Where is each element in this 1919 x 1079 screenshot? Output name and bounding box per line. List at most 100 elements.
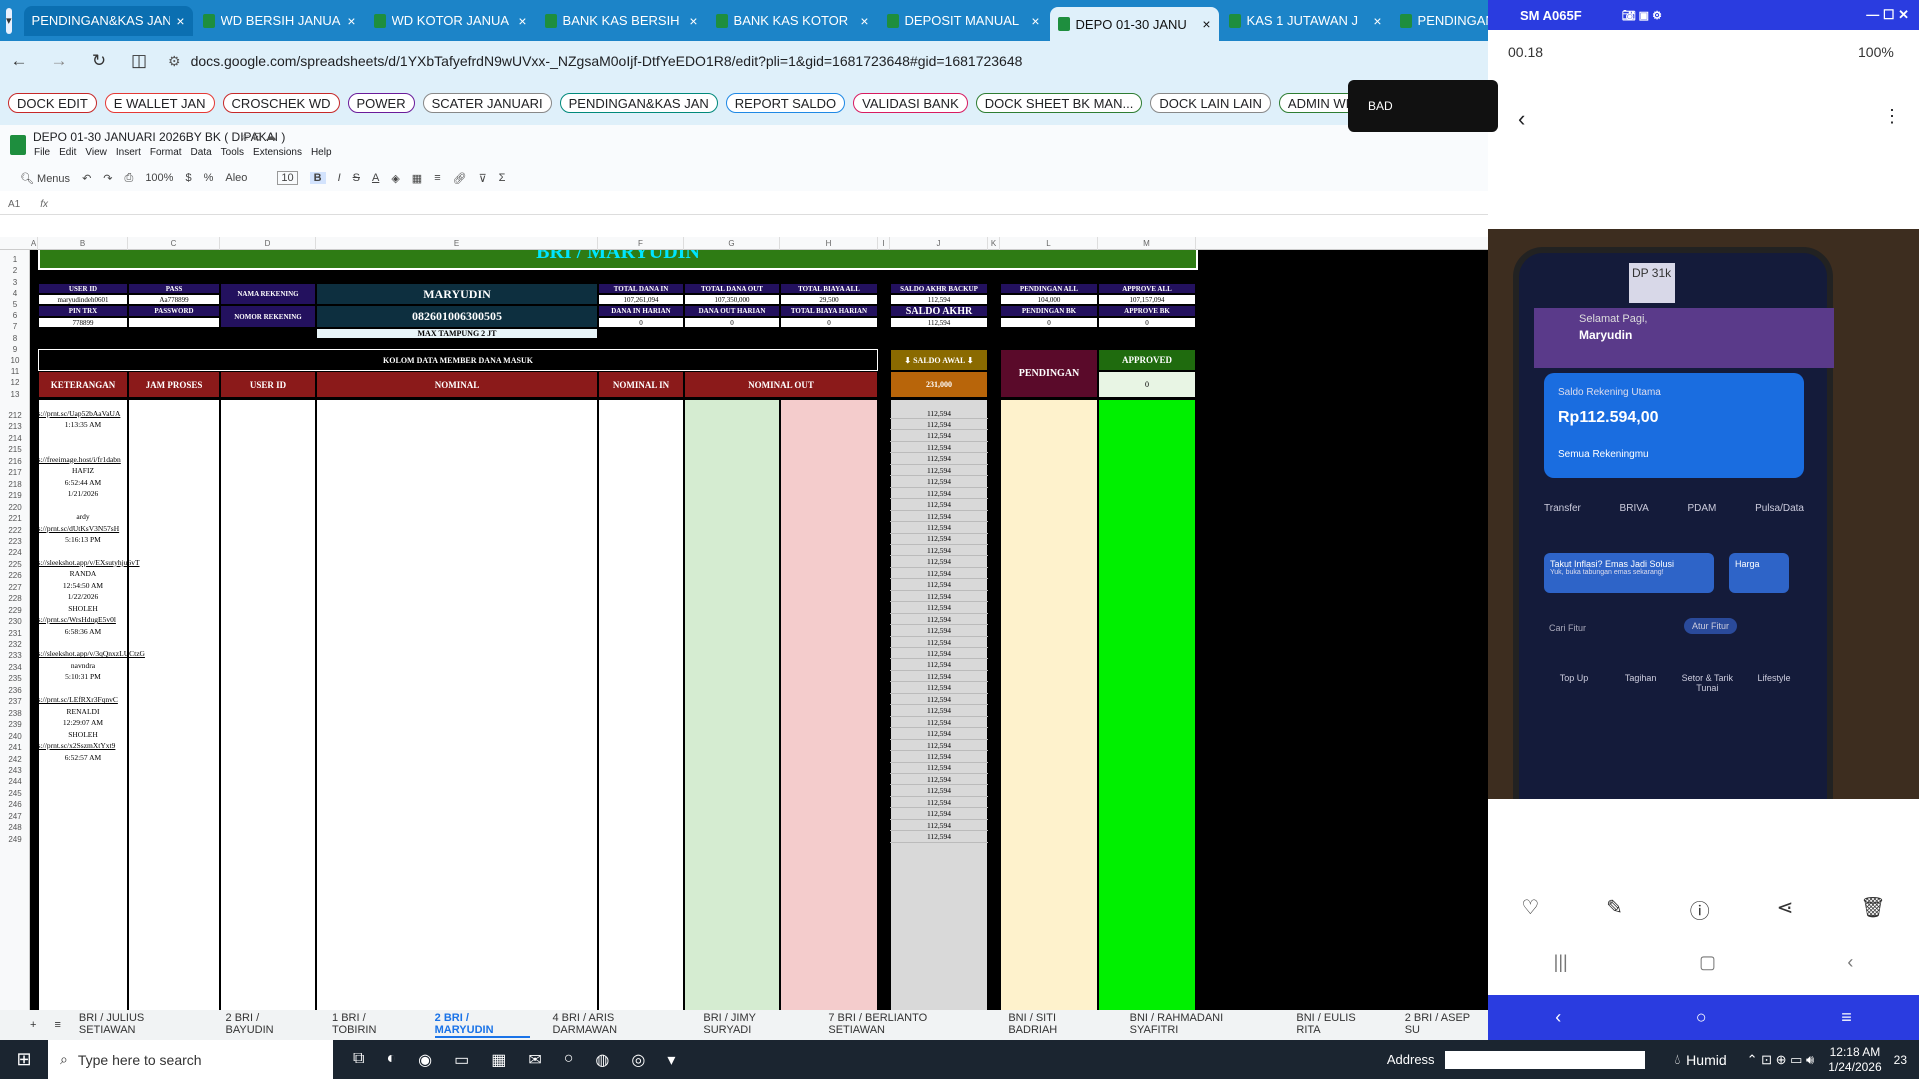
keterangan-cell[interactable]: navndra bbox=[38, 660, 128, 671]
sheet-tab[interactable]: BRI / JULIUS SETIAWAN bbox=[79, 1012, 204, 1038]
saldo-cell[interactable]: 112,594 bbox=[890, 671, 988, 683]
saldo-cell[interactable]: 112,594 bbox=[890, 729, 988, 740]
row-header[interactable]: 246 bbox=[0, 799, 30, 810]
saldo-cell[interactable]: 112,594 bbox=[890, 534, 988, 545]
add-sheet-icon[interactable]: + bbox=[30, 1019, 36, 1031]
sheet-grid[interactable]: BRI / MARYUDIN USER ID PASS maryudindeh060… bbox=[30, 250, 1488, 1010]
filter-icon[interactable]: ⊽ bbox=[479, 172, 487, 185]
keterangan-cell[interactable]: 5:16:13 PM bbox=[38, 534, 128, 545]
row-header[interactable]: 241 bbox=[0, 742, 30, 753]
sheet-tab[interactable]: BRI / JIMY SURYADI bbox=[703, 1012, 806, 1038]
row-header[interactable]: 212 bbox=[0, 410, 30, 421]
column-header[interactable]: L bbox=[1000, 237, 1098, 250]
sheet-tab[interactable]: BNI / EULIS RITA bbox=[1296, 1012, 1382, 1038]
sheet-tab[interactable]: 7 BRI / BERLIANTO SETIAWAN bbox=[828, 1012, 986, 1038]
row-header[interactable]: 10 bbox=[0, 355, 30, 366]
saldo-cell[interactable]: 112,594 bbox=[890, 603, 988, 614]
saldo-cell[interactable]: 112,594 bbox=[890, 500, 988, 511]
font-select[interactable]: Aleo bbox=[225, 172, 265, 184]
saldo-cell[interactable]: 112,594 bbox=[890, 648, 988, 660]
bookmark-item[interactable]: CROSCHEK WD bbox=[222, 93, 340, 113]
borders-icon[interactable]: ▦ bbox=[412, 172, 422, 185]
keterangan-cell[interactable]: https://sleekshot.app/v/3qQnxzLUCtzG bbox=[30, 648, 226, 659]
heart-icon[interactable]: ♡ bbox=[1521, 895, 1539, 924]
data-column[interactable] bbox=[220, 400, 316, 1010]
split-view-icon[interactable]: ◫ bbox=[128, 51, 150, 71]
mirror-tools-icon[interactable]: 📷︎ ▣ ⚙ bbox=[1622, 9, 1662, 22]
fill-color-icon[interactable]: ◈ bbox=[391, 172, 399, 185]
column-header[interactable]: A bbox=[30, 237, 38, 250]
text-color-icon[interactable]: A bbox=[372, 172, 379, 184]
keterangan-cell[interactable]: https://prnt.sc/x2SszmXtYxt9 bbox=[30, 740, 226, 751]
align-icon[interactable]: ≡ bbox=[434, 172, 440, 184]
saldo-cell[interactable]: 112,594 bbox=[890, 454, 988, 465]
keterangan-cell[interactable]: https://prnt.sc/Uap52bAaVaUA bbox=[30, 408, 226, 419]
row-header[interactable]: 12 bbox=[0, 377, 30, 388]
sheet-tab[interactable]: 4 BRI / ARIS DARMAWAN bbox=[552, 1012, 681, 1038]
name-box[interactable]: A1 bbox=[8, 199, 20, 210]
close-tab-icon[interactable]: × bbox=[518, 13, 526, 29]
keterangan-cell[interactable]: RANDA bbox=[38, 568, 128, 579]
clock[interactable]: 12:18 AM 1/24/2026 bbox=[1828, 1045, 1881, 1075]
store-icon[interactable]: ▦ bbox=[491, 1050, 506, 1070]
italic-icon[interactable]: I bbox=[338, 172, 341, 184]
site-info-icon[interactable]: ⚙ bbox=[168, 53, 181, 70]
keterangan-cell[interactable]: 12:54:50 AM bbox=[38, 580, 128, 591]
back-arrow-icon[interactable]: ‹ bbox=[1518, 106, 1525, 132]
row-header[interactable]: 9 bbox=[0, 344, 30, 355]
sheet-tab[interactable]: 1 BRI / TOBIRIN bbox=[332, 1012, 413, 1038]
row-header[interactable]: 5 bbox=[0, 299, 30, 310]
bookmark-item[interactable]: PENDINGAN&KAS JAN bbox=[559, 93, 718, 113]
start-icon[interactable]: ⊞ bbox=[0, 1049, 48, 1070]
close-tab-icon[interactable]: × bbox=[860, 13, 868, 29]
saldo-cell[interactable]: 112,594 bbox=[890, 740, 988, 752]
data-column[interactable] bbox=[1000, 400, 1098, 1010]
bookmark-item[interactable]: DOCK SHEET BK MAN... bbox=[975, 93, 1143, 113]
column-header[interactable]: M bbox=[1098, 237, 1196, 250]
row-header[interactable]: 224 bbox=[0, 547, 30, 558]
row-header[interactable]: 227 bbox=[0, 582, 30, 593]
task-view-icon[interactable]: ⧉ bbox=[353, 1050, 364, 1070]
notification-count[interactable]: 23 bbox=[1894, 1053, 1907, 1067]
row-header[interactable]: 247 bbox=[0, 811, 30, 822]
saldo-cell[interactable]: 112,594 bbox=[890, 786, 988, 797]
close-tab-icon[interactable]: × bbox=[1031, 13, 1039, 29]
saldo-cell[interactable]: 112,594 bbox=[890, 683, 988, 694]
redo-icon[interactable]: ↷ bbox=[103, 172, 112, 185]
saldo-cell[interactable]: 112,594 bbox=[890, 820, 988, 832]
keterangan-cell[interactable]: HAFIZ bbox=[38, 465, 128, 476]
row-header[interactable]: 239 bbox=[0, 719, 30, 730]
recents-icon[interactable]: ||| bbox=[1554, 952, 1568, 973]
row-header[interactable]: 1 bbox=[0, 254, 30, 265]
row-header[interactable]: 220 bbox=[0, 502, 30, 513]
saldo-cell[interactable]: 112,594 bbox=[890, 568, 988, 580]
column-header[interactable]: F bbox=[598, 237, 684, 250]
close-tab-icon[interactable]: × bbox=[689, 13, 697, 29]
row-header[interactable]: 6 bbox=[0, 310, 30, 321]
sheet-tab[interactable]: 2 BRI / ASEP SU bbox=[1405, 1012, 1488, 1038]
data-column[interactable] bbox=[684, 400, 780, 1010]
row-header[interactable]: 223 bbox=[0, 536, 30, 547]
row-header[interactable]: 237 bbox=[0, 696, 30, 707]
column-header[interactable]: D bbox=[220, 237, 316, 250]
row-header[interactable]: 214 bbox=[0, 433, 30, 444]
saldo-cell[interactable]: 112,594 bbox=[890, 408, 988, 419]
column-header[interactable]: J bbox=[890, 237, 988, 250]
column-header[interactable]: B bbox=[38, 237, 128, 250]
row-header[interactable]: 218 bbox=[0, 479, 30, 490]
row-header[interactable]: 11 bbox=[0, 366, 30, 377]
mirror-back-icon[interactable]: ‹ bbox=[1555, 1007, 1561, 1028]
bookmark-item[interactable]: VALIDASI BANK bbox=[853, 93, 968, 113]
keterangan-cell[interactable]: 1/22/2026 bbox=[38, 591, 128, 602]
browser-tab[interactable]: WD KOTOR JANUA × bbox=[366, 6, 535, 36]
row-header[interactable]: 222 bbox=[0, 525, 30, 536]
tab-search-icon[interactable]: ▾ bbox=[6, 7, 12, 34]
keterangan-cell[interactable]: SHOLEH bbox=[38, 729, 128, 740]
menu-item[interactable]: Extensions bbox=[253, 147, 302, 158]
all-sheets-icon[interactable]: ≡ bbox=[54, 1019, 60, 1031]
keterangan-cell[interactable]: https://prnt.sc/dUtKsV3N57sH bbox=[30, 523, 226, 534]
search-menus-icon[interactable]: 🔍︎ Menus bbox=[20, 172, 70, 185]
saldo-cell[interactable]: 112,594 bbox=[890, 706, 988, 717]
menu-item[interactable]: Help bbox=[311, 147, 332, 158]
functions-icon[interactable]: Σ bbox=[499, 172, 506, 184]
